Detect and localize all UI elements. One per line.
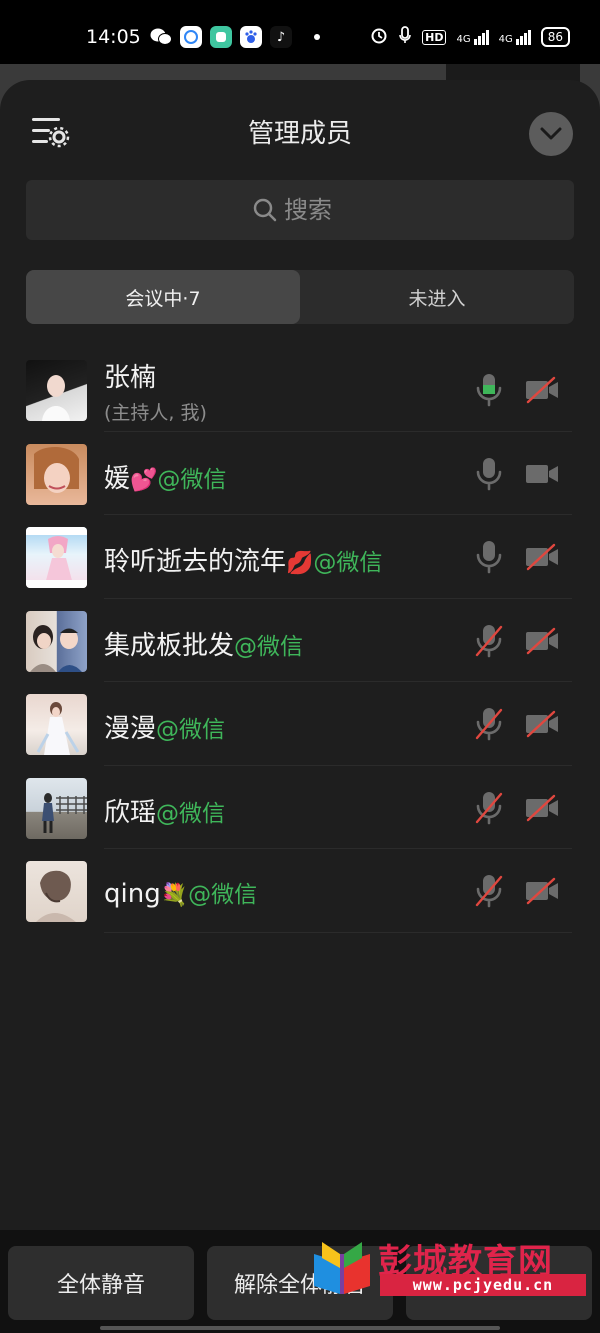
camera-off-icon[interactable] (524, 376, 560, 404)
member-row[interactable]: 媛💕@微信 (0, 432, 600, 515)
avatar (26, 861, 87, 922)
camera-off-icon[interactable] (524, 710, 560, 738)
avatar (26, 694, 87, 755)
watermark-url: www.pcjyedu.cn (380, 1274, 586, 1296)
mic-off-icon[interactable] (474, 706, 504, 742)
wechat-tag: @微信 (156, 800, 226, 827)
member-row[interactable]: 聆听逝去的流年💋@微信 (0, 515, 600, 599)
search-input[interactable] (284, 196, 348, 224)
mic-on-icon[interactable] (474, 456, 504, 492)
book-logo-icon (314, 1242, 370, 1294)
baidu-paw-icon (240, 26, 262, 48)
hd-badge: HD (422, 29, 447, 45)
mic-off-icon[interactable] (474, 873, 504, 909)
wechat-tag: @微信 (157, 466, 227, 493)
mic-status-icon (398, 26, 412, 48)
member-row[interactable]: 漫漫@微信 (0, 682, 600, 766)
signal-4g-icon-2: 4G (499, 29, 531, 45)
status-time: 14:05 (86, 26, 141, 48)
avatar (26, 360, 87, 421)
search-icon (253, 198, 277, 222)
member-list: 张楠 (主持人, 我) 媛💕@微信 聆听逝去的流年💋@微信 集成板批发@微信 漫… (0, 348, 600, 933)
camera-off-icon[interactable] (524, 627, 560, 655)
collapse-button[interactable] (529, 112, 573, 156)
notes-app-icon (210, 26, 232, 48)
tab-not-joined[interactable]: 未进入 (300, 270, 574, 324)
member-role: (主持人, 我) (104, 402, 207, 424)
member-row[interactable]: 欣瑶@微信 (0, 766, 600, 849)
camera-off-icon[interactable] (524, 543, 560, 571)
mic-off-icon[interactable] (474, 790, 504, 826)
panel-title: 管理成员 (247, 119, 352, 149)
member-name: 媛 (104, 463, 131, 494)
member-row[interactable]: qing💐@微信 (0, 849, 600, 933)
member-name: 聆听逝去的流年 (104, 547, 287, 577)
avatar (26, 610, 87, 672)
member-row[interactable]: 张楠 (主持人, 我) (0, 348, 600, 432)
alarm-icon (370, 26, 388, 48)
lips-emoji: 💋 (286, 551, 314, 576)
avatar (26, 527, 87, 588)
row-divider (104, 931, 572, 933)
camera-off-icon[interactable] (524, 794, 560, 822)
chat-bubble-icon (180, 26, 202, 48)
avatar (26, 777, 87, 839)
member-panel: 管理成员 会议中·7 未进入 张楠 (主持人, 我) (0, 80, 600, 1333)
watermark: 彭城教育网 www.pcjyedu.cn (300, 1232, 592, 1302)
home-indicator (100, 1326, 500, 1330)
member-name: 欣瑶 (104, 797, 157, 828)
camera-off-icon[interactable] (524, 877, 560, 905)
signal-4g-icon: 4G (456, 29, 489, 45)
bouquet-emoji: 💐 (160, 883, 189, 908)
search-bar[interactable] (26, 180, 574, 240)
tiktok-icon: ♪ (270, 26, 292, 48)
member-tabs: 会议中·7 未进入 (26, 270, 574, 324)
member-name: 集成板批发 (104, 630, 235, 661)
member-row[interactable]: 集成板批发@微信 (0, 599, 600, 682)
wechat-tag: @微信 (156, 717, 226, 743)
chevron-down-icon (540, 127, 562, 140)
wechat-tag: @微信 (234, 633, 304, 660)
notification-icons: ♪ (150, 26, 320, 48)
mic-off-icon[interactable] (474, 623, 504, 659)
mic-on-icon[interactable] (474, 539, 504, 575)
member-name: qing (104, 879, 161, 909)
avatar (26, 443, 87, 505)
battery-level: 86 (540, 27, 570, 47)
wechat-icon (150, 26, 172, 48)
member-name: 张楠 (104, 363, 157, 393)
camera-on-icon[interactable] (524, 460, 560, 488)
status-bar: 14:05 ♪ HD 4G 4G 86 (0, 0, 600, 64)
wechat-tag: @微信 (313, 550, 383, 576)
mic-on-icon[interactable] (474, 372, 504, 408)
wechat-tag: @微信 (188, 882, 258, 908)
tab-in-meeting[interactable]: 会议中·7 (26, 270, 300, 324)
member-name: 漫漫 (104, 714, 157, 744)
hearts-emoji: 💕 (130, 467, 158, 493)
mute-all-button[interactable]: 全体静音 (8, 1246, 194, 1320)
more-dot-icon (314, 34, 320, 40)
system-indicators: HD 4G 4G 86 (370, 26, 570, 48)
